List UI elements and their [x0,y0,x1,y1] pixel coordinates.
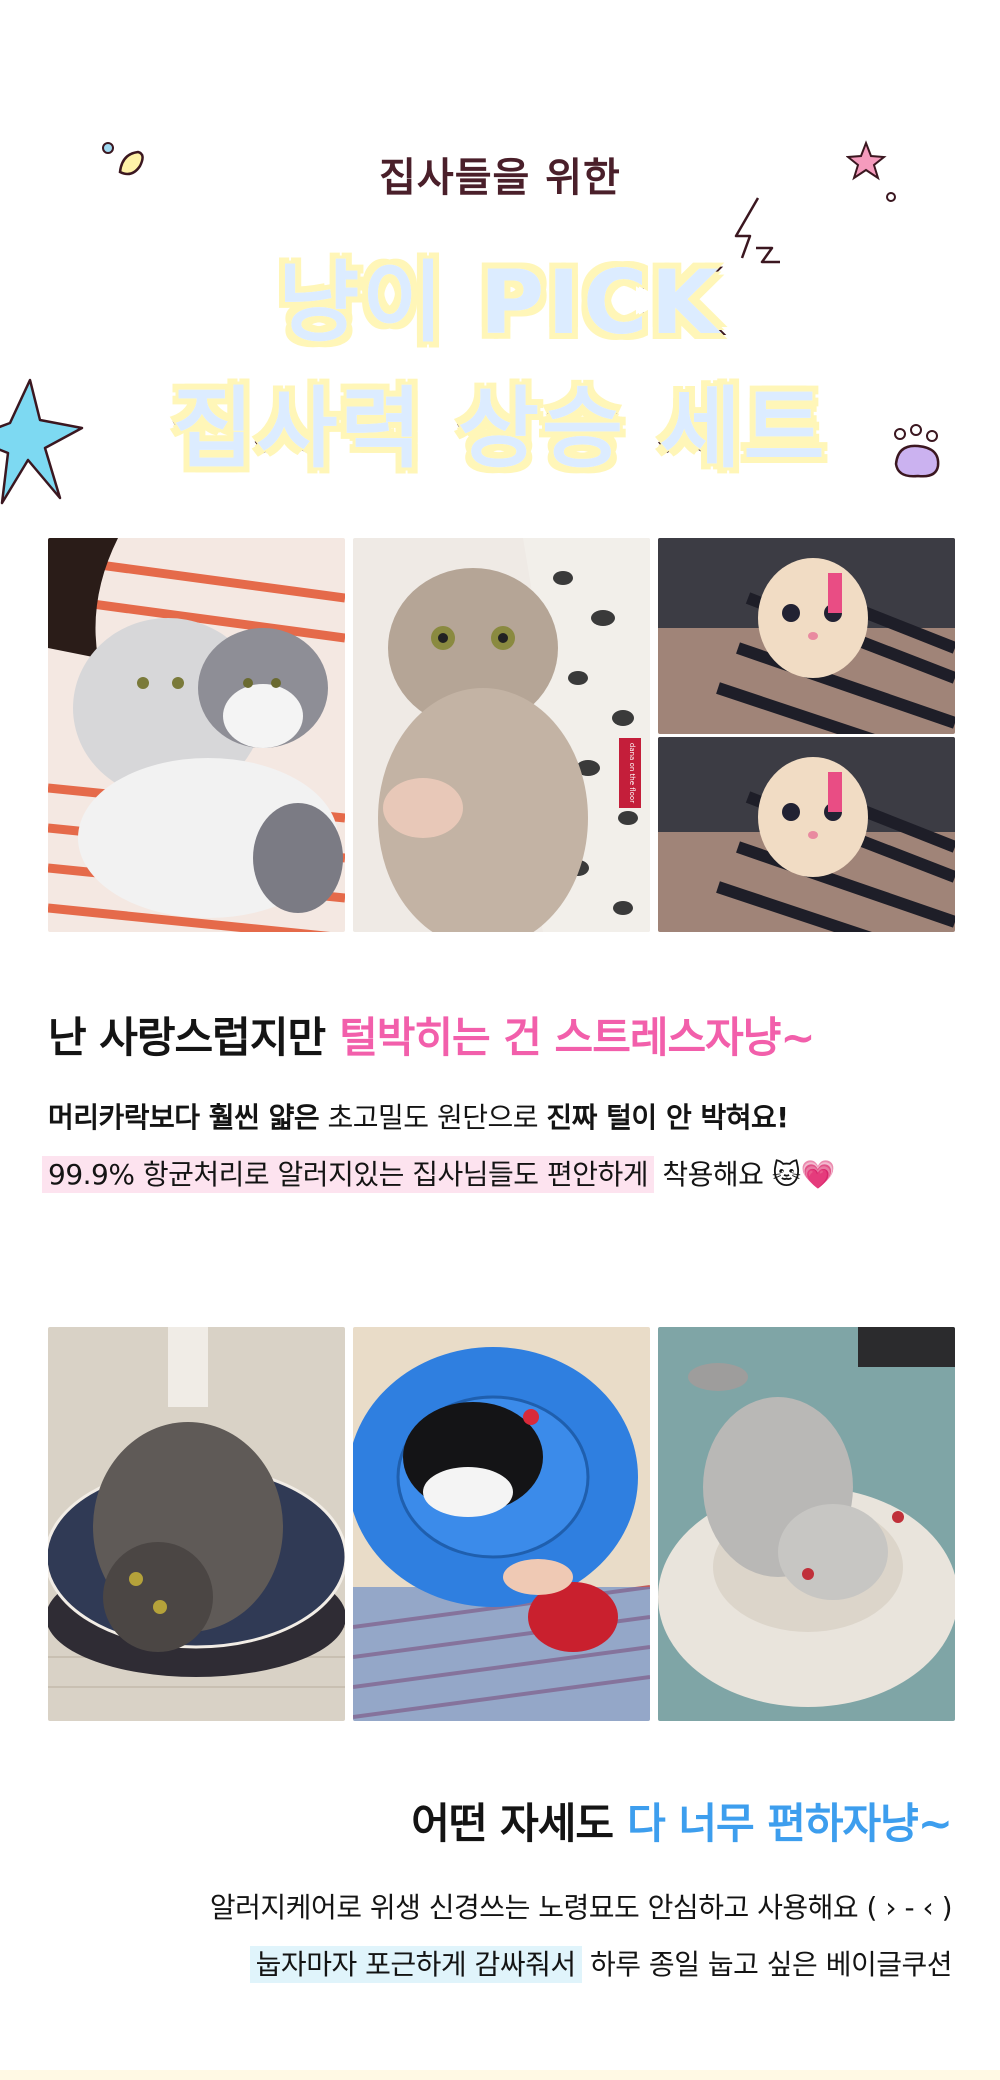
sparkle-icon [102,142,144,176]
photo-fluffy-cat-navy-cushion [48,1327,345,1721]
section1-line1-bold-b: 진짜 털이 안 박혀요! [546,1101,789,1134]
headline-line-2: 집사력 상승 세트 [171,375,828,482]
photo-cats-striped-shirt [48,538,345,932]
starburst-icon [0,378,84,505]
bottom-band [0,2070,1000,2080]
section2-title-accent: 다 너무 편하자냥~ [627,1799,953,1848]
photo-silver-cat-white-cushion [658,1327,955,1721]
section1-title: 난 사랑스럽지만 털박히는 건 스트레스자냥~ [48,1004,816,1065]
section1-title-accent: 털박히는 건 스트레스자냥~ [339,1013,815,1062]
photo-black-white-cat-blue-cushion [353,1327,650,1721]
section1-line1-normal: 초고밀도 원단으로 [319,1101,547,1134]
section2-title: 어떤 자세도 다 너무 편하자냥~ [411,1790,953,1851]
section2-line2-rest: 하루 종일 눕고 싶은 베이글쿠션 [581,1948,953,1981]
section2-line-1: 알러지케어로 위생 신경쓰는 노령묘도 안심하고 사용해요 ( › - ‹ ) [209,1886,953,1926]
star-icon [846,140,896,202]
paw-icon [894,424,940,478]
photo-cat-leopard-shirt: dana on the floor [353,538,650,932]
section2-line2-highlight: 눕자마자 포근하게 감싸줘서 [249,1946,582,1983]
section1-line1-bold-a: 머리카락보다 훨씬 얇은 [48,1101,320,1134]
photo-cat-striped-blanket-bottom [658,737,955,932]
photo-cat-striped-blanket-top [658,538,955,734]
promo-page: 집사들을 위한 냥이 PICK 집사력 상승 세트 dana on the fl… [0,0,1000,2080]
section1-line-2: 99.9% 항균처리로 알러지있는 집사님들도 편안하게 착용해요 🐱💗 [42,1153,835,1193]
section1-title-plain: 난 사랑스럽지만 [48,1013,326,1062]
section1-line-1: 머리카락보다 훨씬 얇은 초고밀도 원단으로 진짜 털이 안 박혀요! [48,1096,789,1136]
section2-line1-text: 알러지케어로 위생 신경쓰는 노령묘도 안심하고 사용해요 ( › - ‹ ) [209,1891,953,1924]
lightning-icon [734,197,780,264]
section1-line2-rest: 착용해요 [654,1158,772,1191]
section1-line2-highlight: 99.9% 항균처리로 알러지있는 집사님들도 편안하게 [42,1156,654,1193]
headline-line-1: 냥이 PICK [276,249,722,356]
photo-tag-label: dana on the floor [628,743,636,803]
section2-title-plain: 어떤 자세도 [411,1799,614,1848]
cat-heart-emoji-icon: 🐱💗 [771,1158,836,1191]
section2-line-2: 눕자마자 포근하게 감싸줘서 하루 종일 눕고 싶은 베이글쿠션 [249,1943,953,1983]
